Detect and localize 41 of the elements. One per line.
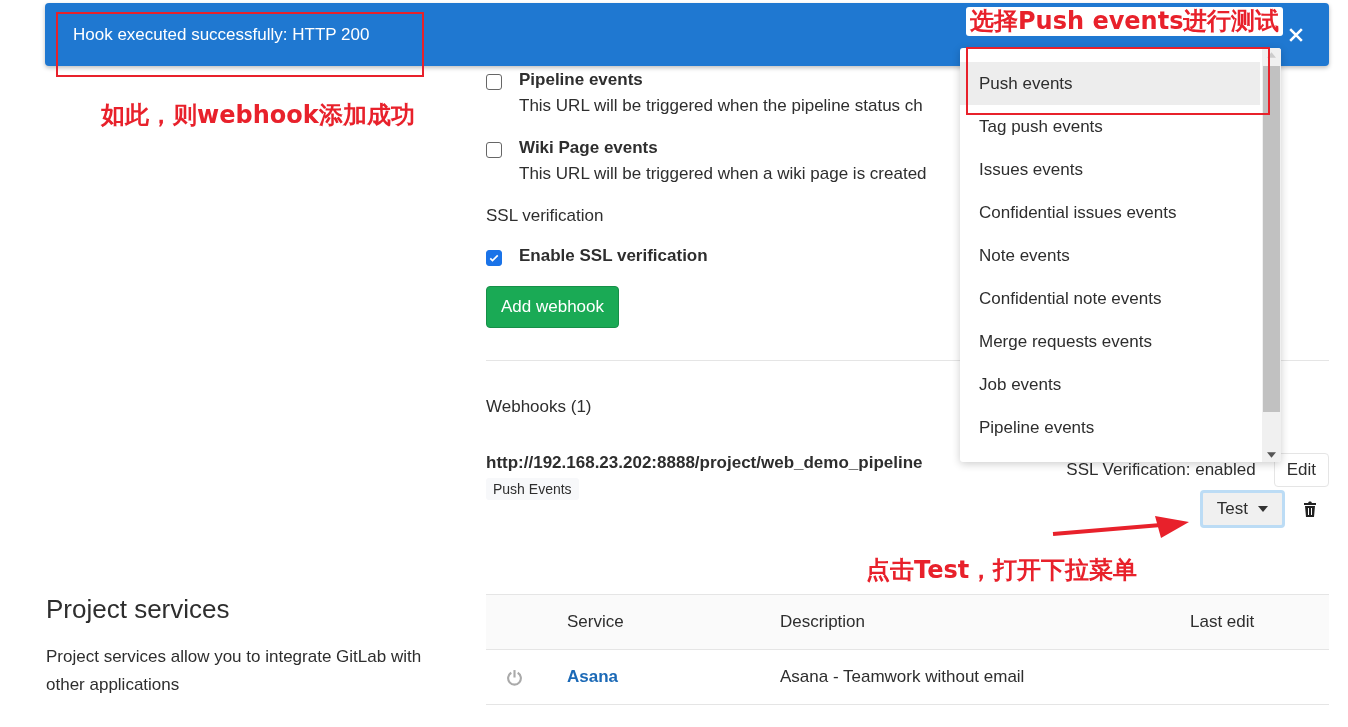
- menu-item[interactable]: Issues events: [960, 148, 1260, 191]
- delete-icon[interactable]: [1303, 501, 1317, 517]
- checkbox[interactable]: [486, 74, 502, 90]
- column-header: Description: [780, 612, 866, 631]
- edit-button[interactable]: Edit: [1273, 453, 1329, 487]
- menu-item[interactable]: Note events: [960, 234, 1260, 277]
- table-cell: Asana - Teamwork without email: [780, 667, 1025, 686]
- scroll-down-icon[interactable]: [1267, 452, 1276, 458]
- menu-item[interactable]: Job events: [960, 363, 1260, 406]
- menu-item[interactable]: Confidential note events: [960, 277, 1260, 320]
- column-header: Last edit: [1190, 612, 1255, 631]
- menu-item[interactable]: Tag push events: [960, 105, 1260, 148]
- annotation-text: 选择Push events进行测试: [966, 7, 1284, 36]
- section-heading: Webhooks (1): [486, 397, 592, 416]
- caret-icon: [1258, 506, 1268, 512]
- checkbox-label: Wiki Page events: [519, 138, 659, 158]
- section-heading: SSL verification: [486, 206, 604, 226]
- section-heading: Project services: [46, 594, 231, 625]
- trigger-description: This URL will be triggered when a wiki page is created: [519, 164, 927, 184]
- event-badge: Push Events: [486, 478, 579, 500]
- menu-item[interactable]: Merge requests events: [960, 320, 1260, 363]
- checkbox-label: Enable SSL verification: [519, 246, 708, 266]
- test-dropdown-button[interactable]: Test: [1199, 490, 1285, 528]
- close-icon[interactable]: [1289, 27, 1303, 42]
- power-icon: [506, 668, 523, 686]
- menu-item[interactable]: Pipeline events: [960, 406, 1260, 449]
- trigger-description: This URL will be triggered when the pipeline status ch: [519, 96, 923, 116]
- checkbox[interactable]: [486, 250, 502, 266]
- menu-item[interactable]: Push events: [960, 62, 1260, 105]
- menu-item[interactable]: Confidential issues events: [960, 191, 1260, 234]
- ssl-status: SSL Verification: enabled: [1066, 460, 1256, 480]
- webhook-url: http://192.168.23.202:8888/project/web_demo_pipeline: [486, 453, 923, 473]
- banner-message: Hook executed successfully: HTTP 200: [73, 24, 370, 45]
- section-description: Project services allow you to integrate GitLab with other applications: [46, 646, 423, 696]
- column-header: Service: [567, 612, 624, 631]
- checkbox[interactable]: [486, 142, 502, 158]
- scroll-up-icon[interactable]: [1267, 52, 1276, 58]
- checkbox-label: Pipeline events: [519, 70, 644, 90]
- checkmark-icon: [488, 252, 500, 264]
- service-link[interactable]: Asana: [567, 667, 619, 686]
- scrollbar[interactable]: [1262, 48, 1281, 462]
